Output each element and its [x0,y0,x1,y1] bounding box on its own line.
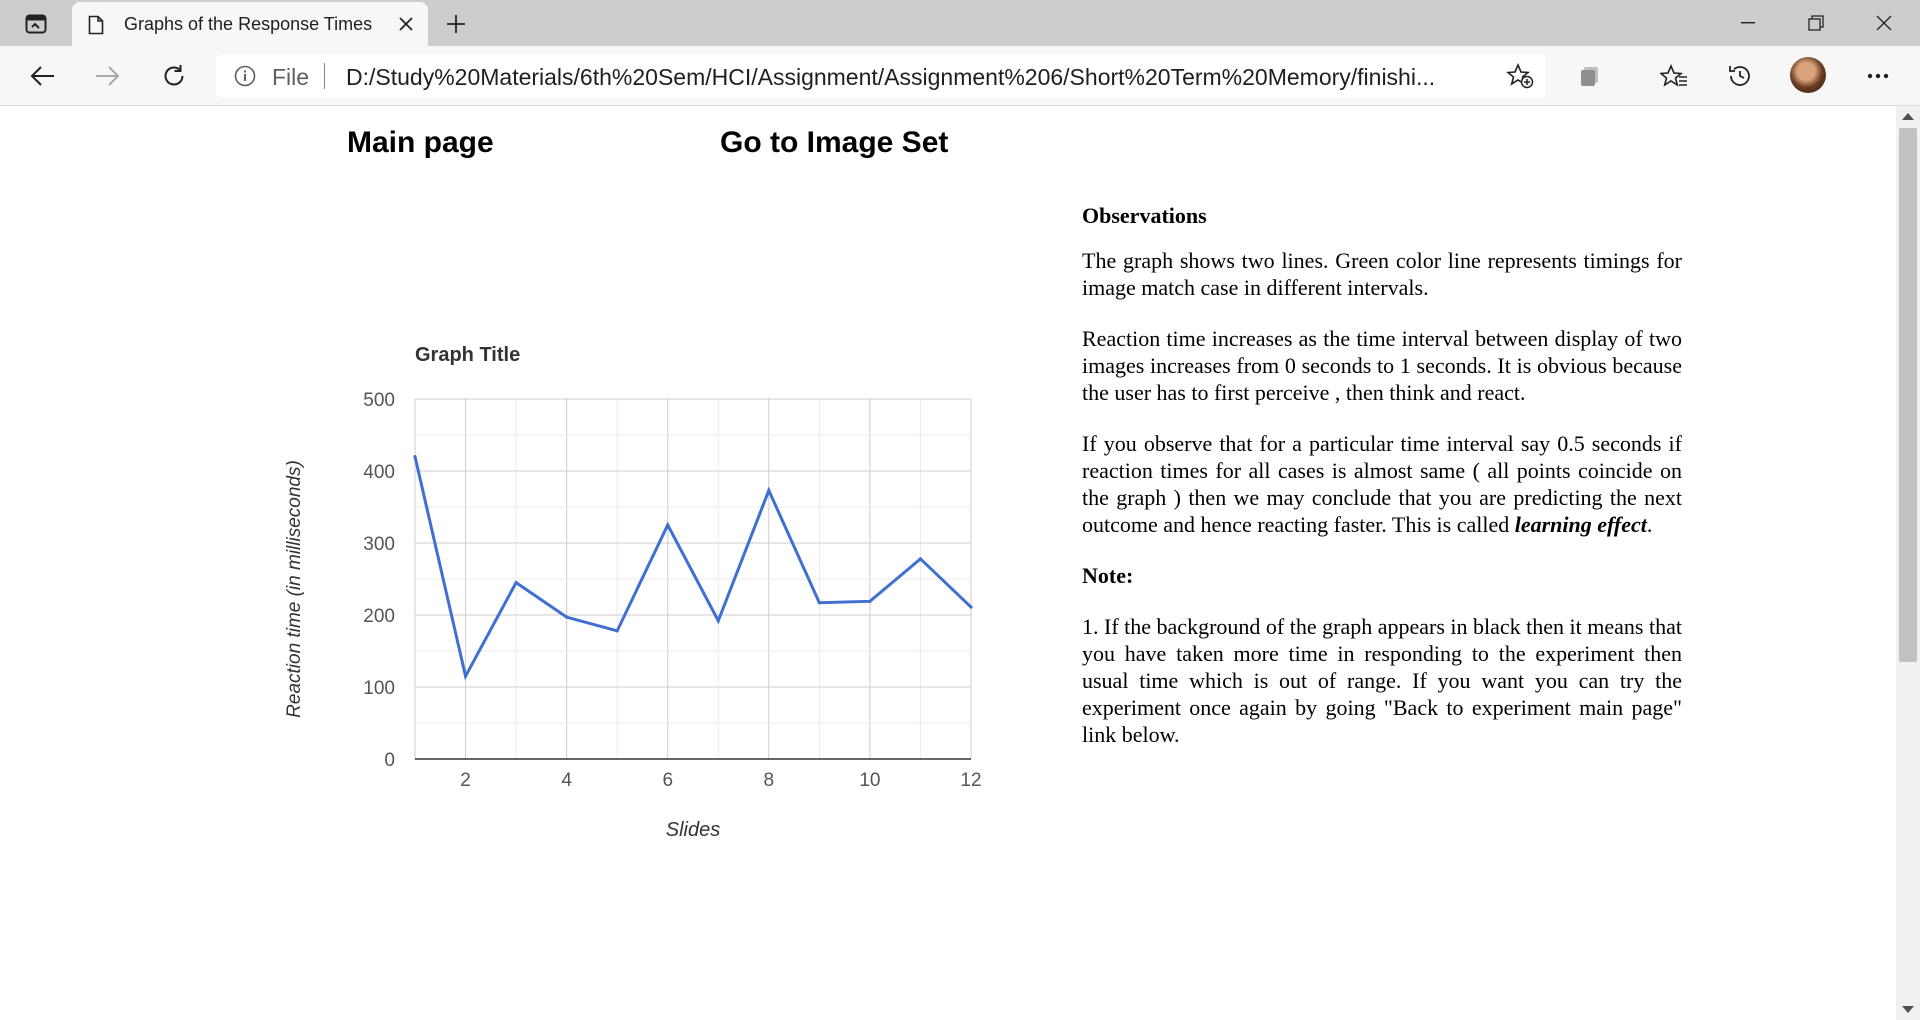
scroll-thumb[interactable] [1899,128,1917,662]
active-tab[interactable]: Graphs of the Response Times [72,2,428,46]
x-tick-label: 8 [764,770,775,791]
address-separator [324,63,325,89]
data-point [767,488,771,493]
observations-panel: Observations The graph shows two lines. … [1082,202,1682,772]
y-tick-label: 300 [363,534,395,555]
data-point [615,629,619,633]
learning-effect-emphasis: learning effect [1514,512,1647,537]
y-tick-label: 100 [363,678,395,699]
collections-icon[interactable] [1570,56,1610,96]
main-page-link[interactable]: Main page [347,126,494,160]
y-tick-label: 500 [363,390,395,411]
observation-paragraph-3-end: . [1646,512,1653,537]
close-window-icon[interactable] [1850,0,1918,46]
tab-strip: Graphs of the Response Times [0,0,1920,46]
y-axis-label: Reaction time (in milliseconds) [284,460,305,718]
image-set-link[interactable]: Go to Image Set [720,126,948,160]
observation-paragraph-3: If you observe that for a particular tim… [1082,430,1682,538]
page-icon [88,15,104,40]
info-icon[interactable] [234,65,256,92]
data-point [514,581,518,585]
data-point [868,599,872,603]
data-point [817,601,821,605]
address-url[interactable]: D:/Study%20Materials/6th%20Sem/HCI/Assig… [346,64,1686,91]
plus-icon[interactable] [440,8,472,40]
y-tick-label: 0 [384,750,395,771]
more-icon[interactable] [1858,56,1898,96]
data-point [716,619,720,623]
toolbar: File D:/Study%20Materials/6th%20Sem/HCI/… [0,46,1920,106]
x-tick-label: 6 [662,770,673,791]
data-point [918,557,923,561]
add-favorite-icon[interactable] [1505,62,1534,94]
reload-icon[interactable] [154,56,194,96]
data-point [969,605,973,609]
note-item-1: 1. If the background of the graph appear… [1082,614,1682,747]
scroll-down-icon[interactable] [1902,1006,1914,1013]
x-tick-label: 12 [960,770,981,791]
data-point [666,523,670,527]
back-icon[interactable] [22,56,62,96]
x-axis-label: Slides [666,819,720,841]
observation-paragraph-2: Reaction time increases as the time inte… [1082,326,1682,405]
y-tick-label: 400 [363,462,395,483]
minimize-icon[interactable] [1714,0,1782,46]
close-icon[interactable] [394,12,418,36]
reaction-time-chart: 0 100 200 300 400 500 2 4 6 8 10 12 Graph Title Slide… [284,344,982,841]
page-content: Main page Go to Image Set 0 100 200 300 400 5… [0,106,1896,1020]
tab-title: Graphs of the Response Times [124,14,373,34]
avatar[interactable] [1790,57,1826,93]
y-tick-label: 200 [363,606,395,627]
chart-title: Graph Title [415,344,520,366]
observation-paragraph-1: The graph shows two lines. Green color l… [1082,248,1682,300]
x-tick-label: 4 [561,770,572,791]
note-heading: Note: [1082,563,1134,588]
data-point [463,674,468,678]
series-line [413,456,973,681]
scroll-up-icon[interactable] [1902,113,1914,120]
observations-heading: Observations [1082,203,1207,228]
tab-actions-icon[interactable] [14,8,58,40]
favorites-icon[interactable] [1654,56,1694,96]
restore-icon[interactable] [1782,0,1850,46]
address-bar[interactable]: File D:/Study%20Materials/6th%20Sem/HCI/… [216,54,1546,98]
x-tick-label: 10 [859,770,880,791]
history-icon[interactable] [1720,56,1760,96]
data-point [565,615,569,619]
x-tick-label: 2 [460,770,471,791]
data-point [413,455,417,459]
vertical-scrollbar[interactable] [1896,106,1920,1020]
address-scheme: File [272,64,310,90]
forward-icon[interactable] [88,56,128,96]
